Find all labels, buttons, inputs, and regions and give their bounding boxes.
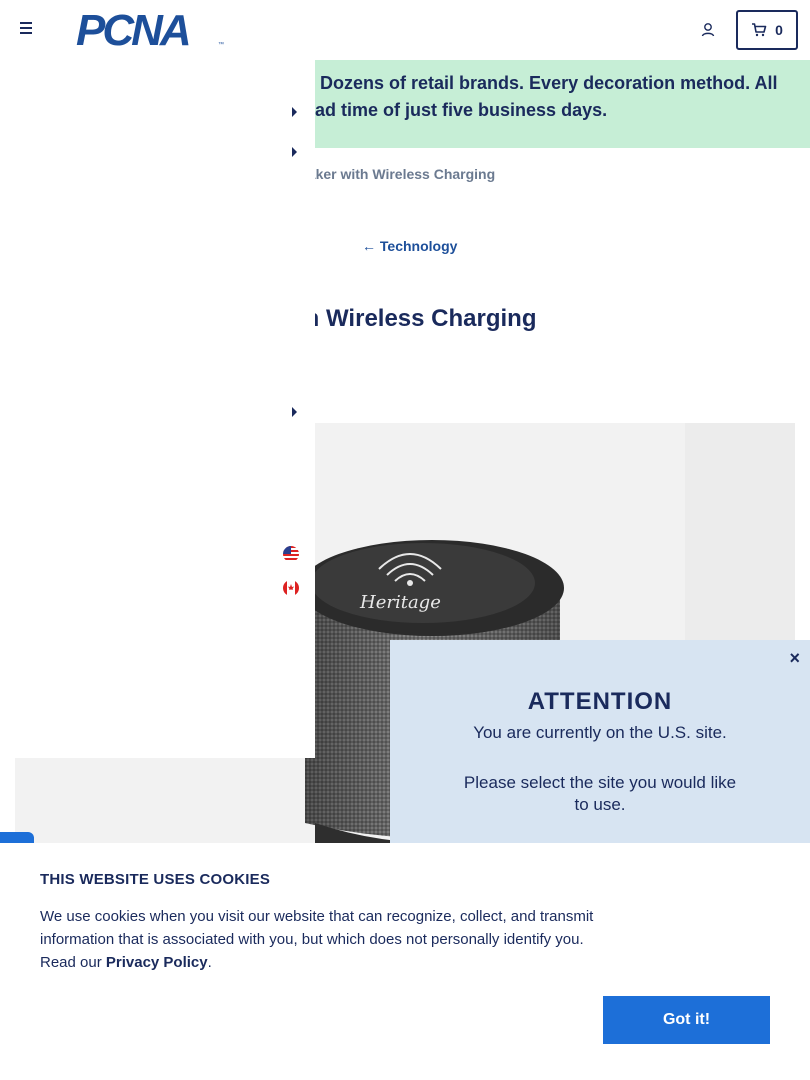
cookie-title: THIS WEBSITE USES COOKIES xyxy=(40,871,271,888)
privacy-policy-link[interactable]: Privacy Policy xyxy=(106,954,208,971)
attention-prompt: Please select the site you would like to… xyxy=(463,773,737,814)
got-it-button[interactable]: Got it! xyxy=(603,996,770,1044)
attention-modal: × ATTENTION You are currently on the U.S… xyxy=(390,640,810,850)
product-image-brand-text: Heritage xyxy=(359,592,441,613)
arrow-left-icon: ← xyxy=(362,238,376,254)
attention-title: ATTENTION xyxy=(527,688,673,715)
canada-flag-icon[interactable] xyxy=(283,580,299,596)
menu-icon[interactable] xyxy=(20,22,36,38)
cart-button[interactable]: 0 xyxy=(736,10,798,50)
breadcrumb-current[interactable]: eaker with Wireless Charging xyxy=(300,166,495,182)
caret-right-icon[interactable] xyxy=(292,407,297,417)
page: PCNA ™ 0 s. Dozens of retail brands. Eve… xyxy=(0,0,810,1080)
promo-banner-text: s. Dozens of retail brands. Every decora… xyxy=(300,73,778,120)
logo-text: PCNA xyxy=(76,6,192,55)
cart-count: 0 xyxy=(775,22,783,38)
product-title: ith Wireless Charging xyxy=(290,305,537,332)
attention-message: You are currently on the U.S. site. xyxy=(473,723,727,742)
cart-icon xyxy=(752,23,767,37)
site-header: PCNA ™ 0 xyxy=(0,0,810,60)
cookie-text: We use cookies when you visit our websit… xyxy=(40,905,610,974)
close-icon[interactable]: × xyxy=(789,648,800,669)
caret-right-icon[interactable] xyxy=(292,107,297,117)
cookie-text-end: . xyxy=(207,954,212,971)
pcna-logo[interactable]: PCNA ™ xyxy=(76,6,224,55)
back-link-label: Technology xyxy=(379,238,458,254)
side-menu-panel xyxy=(0,60,315,758)
cookie-banner: THIS WEBSITE USES COOKIES We use cookies… xyxy=(0,843,810,1080)
caret-right-icon[interactable] xyxy=(292,147,297,157)
logo-trademark: ™ xyxy=(218,42,224,48)
back-to-category-link[interactable]: ← Technology xyxy=(362,238,457,254)
account-icon[interactable] xyxy=(700,22,716,38)
us-flag-icon[interactable] xyxy=(283,546,299,562)
